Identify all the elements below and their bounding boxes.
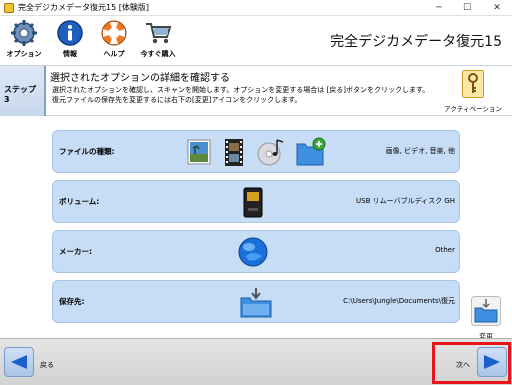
arrow-left-icon [11,355,27,369]
next-highlight-box [432,342,511,384]
key-icon [462,70,484,98]
volume-label: ボリューム: [59,197,100,206]
folder-download-icon [240,288,272,318]
buy-button[interactable]: 今すぐ購入 [138,19,178,63]
step-header: ステップ 3 選択されたオプションの詳細を確認する 選択されたオプションを確認し… [0,65,512,116]
app-icon [4,3,14,13]
info-button[interactable]: 情報 [50,19,90,63]
save-to-label: 保存先: [59,297,85,306]
activation-button[interactable]: アクティベーション [440,70,506,113]
toolbar: オプション 情報 ヘルプ 今すぐ購入 完全デジカメデータ復元15 [0,16,512,65]
info-icon [57,20,83,46]
maker-label: メーカー: [59,247,92,256]
file-type-row: ファイルの種類: 画像, ビデオ, 音楽, 他 [52,130,460,173]
maximize-button[interactable]: ☐ [454,0,480,16]
help-button[interactable]: ヘルプ [94,19,134,63]
volume-value: USB リムーバブルディスク GH [356,197,455,205]
window-title: 完全デジカメデータ復元15 [体験版] [18,3,149,12]
back-label[interactable]: 戻る [40,360,54,370]
title-bar: 完全デジカメデータ復元15 [体験版] ─ ☐ ✕ [0,0,512,16]
maker-value: Other [435,246,455,254]
video-file-icon [225,139,243,166]
help-label: ヘルプ [103,50,125,58]
minimize-button[interactable]: ─ [426,0,452,16]
change-location-button[interactable]: 変更 [470,296,502,342]
options-button[interactable]: オプション [4,19,44,63]
change-folder-icon [471,296,501,326]
maker-row: メーカー: Other [52,230,460,273]
info-label: 情報 [63,50,77,58]
save-to-value: C:\Users\Jungle\Documents\復元 [343,297,455,305]
buy-label: 今すぐ購入 [140,50,176,58]
summary-panel: ファイルの種類: 画像, ビデオ, 音楽, 他 ボリューム: USB リムーバブ… [0,116,512,338]
save-to-row: 保存先: C:\Users\Jungle\Documents\復元 [52,280,460,323]
back-button[interactable] [4,347,34,377]
step-description: 選択されたオプションを確認し、スキャンを開始します。オプションを変更する場合は … [52,86,430,104]
lifebuoy-icon [101,20,127,46]
folder-add-icon [296,137,326,166]
image-file-icon [187,139,211,165]
app-name: 完全デジカメデータ復元15 [330,34,502,50]
close-button[interactable]: ✕ [484,0,510,16]
volume-row: ボリューム: USB リムーバブルディスク GH [52,180,460,223]
options-label: オプション [6,50,42,58]
step-badge-label: ステップ 3 [4,85,36,104]
shopping-cart-icon [146,23,172,44]
globe-icon [238,237,268,267]
activation-label: アクティベーション [444,105,502,113]
step-title: 選択されたオプションの詳細を確認する [50,73,230,84]
gear-icon [11,20,37,46]
file-type-label: ファイルの種類: [59,147,115,156]
music-file-icon [257,139,284,166]
step-badge: ステップ 3 [0,66,46,116]
usb-drive-icon [243,187,263,218]
file-type-value: 画像, ビデオ, 音楽, 他 [385,147,455,155]
